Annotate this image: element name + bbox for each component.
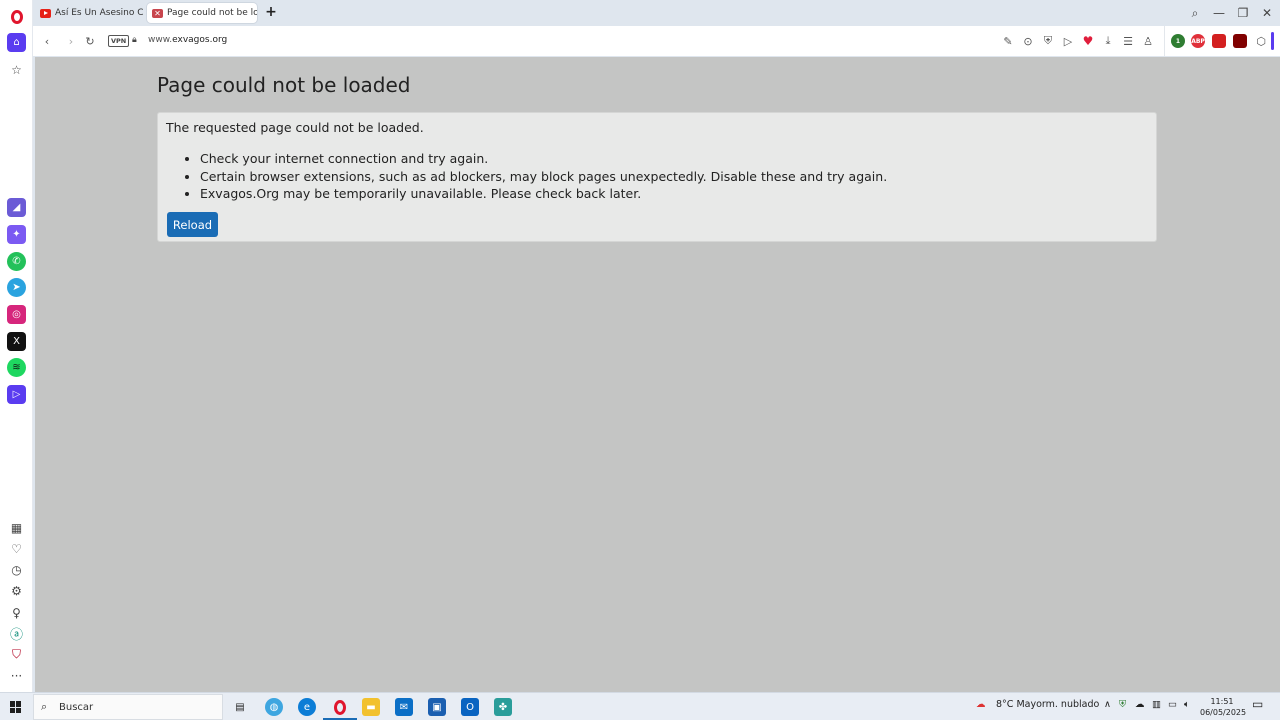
- download-icon[interactable]: ⤓: [1100, 33, 1116, 49]
- tab-label: Así Es Un Asesino Con Un: [55, 8, 143, 18]
- search-placeholder: Buscar: [59, 702, 94, 713]
- opera-sidebar: ⌂ ☆ ◢ ✦ ✆ ➤ ◎ X ≋ ▷ ▦ ♡ ◷ ⚙ ♀ ⓐ ⛉ ···: [0, 0, 33, 692]
- close-button[interactable]: ✕: [1257, 4, 1277, 22]
- list-item: Exvagos.Org may be temporarily unavailab…: [200, 185, 887, 203]
- forward-button[interactable]: ›: [63, 33, 79, 49]
- reload-button[interactable]: Reload: [167, 212, 218, 237]
- vpn-badge[interactable]: VPN: [108, 35, 130, 47]
- security-tray-icon[interactable]: ⛨: [1119, 699, 1126, 710]
- windows-start-icon[interactable]: [10, 701, 22, 713]
- adblock-plus-extension[interactable]: ABP: [1191, 34, 1205, 48]
- weather-text[interactable]: 8°C Mayorm. nublado: [996, 699, 1099, 710]
- mail-icon[interactable]: ✉: [395, 698, 413, 716]
- list-item: Check your internet connection and try a…: [200, 150, 887, 168]
- lock-icon[interactable]: 🔒︎: [132, 35, 137, 45]
- search-icon: ⌕: [41, 700, 48, 713]
- edge-icon[interactable]: e: [298, 698, 316, 716]
- extension-red[interactable]: [1212, 34, 1226, 48]
- speed-dial-icon[interactable]: ▦: [7, 518, 26, 537]
- list-item: Certain browser extensions, such as ad b…: [200, 168, 887, 186]
- address-toolbar: ‹ › ↻ VPN 🔒︎ www.exvagos.org ✎ ⊙ ⛨ ▷ ♥ ⤓…: [33, 26, 1280, 56]
- volume-icon[interactable]: 🔈︎: [1184, 699, 1190, 710]
- error-panel: The requested page could not be loaded. …: [157, 112, 1157, 242]
- history-icon[interactable]: ◷: [7, 560, 26, 579]
- url-prefix: www.: [148, 35, 173, 45]
- instagram-icon[interactable]: ◎: [7, 305, 26, 324]
- whatsapp-icon[interactable]: ✆: [7, 252, 26, 271]
- youtube-icon: [40, 8, 51, 18]
- tips-bulb-icon[interactable]: ♀: [7, 603, 26, 622]
- page-viewport: Page could not be loaded The requested p…: [35, 57, 1280, 692]
- heart-fill-icon[interactable]: ♥: [1080, 33, 1096, 49]
- device-tray-icon[interactable]: ▥: [1152, 699, 1161, 710]
- outlook-icon[interactable]: O: [461, 698, 479, 716]
- tab-youtube-video[interactable]: Así Es Un Asesino Con Un: [35, 3, 143, 23]
- error-icon: ✕: [152, 8, 163, 18]
- address-field[interactable]: www.exvagos.org: [148, 35, 227, 45]
- clock-time: 11:51: [1210, 697, 1234, 706]
- new-tab-button[interactable]: +: [264, 5, 278, 19]
- page-title: Page could not be loaded: [157, 73, 411, 97]
- opera-logo-icon: [10, 9, 23, 24]
- url-domain: exvagos.org: [172, 35, 228, 45]
- opera-menu-button[interactable]: [7, 7, 26, 26]
- ai-assistant-icon[interactable]: ⓐ: [7, 624, 26, 643]
- settings-gear-icon[interactable]: ⚙: [7, 581, 26, 600]
- x-twitter-icon[interactable]: X: [7, 332, 26, 351]
- reload-icon[interactable]: ↻: [82, 33, 98, 49]
- weather-alert-icon[interactable]: ☁: [976, 699, 986, 710]
- error-suggestions: Check your internet connection and try a…: [200, 150, 887, 203]
- player-icon[interactable]: ▷: [7, 385, 26, 404]
- messenger-icon[interactable]: ✦: [7, 225, 26, 244]
- toolbar-separator: [1164, 26, 1165, 56]
- windows-taskbar: ⌕ Buscar ▤ ◍ e ▬ ✉ ▣ O ✤ ☁ 8°C Mayorm. n…: [0, 692, 1280, 720]
- heart-icon[interactable]: ♡: [7, 539, 26, 558]
- notifications-icon[interactable]: ▭: [1252, 697, 1263, 711]
- clock-date: 06/05/2025: [1200, 708, 1247, 717]
- file-explorer-icon[interactable]: ▬: [362, 698, 380, 716]
- back-button[interactable]: ‹: [39, 33, 55, 49]
- opera-taskbar-icon[interactable]: [331, 698, 349, 716]
- browser-globe-icon[interactable]: ◍: [265, 698, 283, 716]
- cloud-tray-icon[interactable]: ☁: [1135, 699, 1145, 710]
- spotify-icon[interactable]: ≋: [7, 358, 26, 377]
- extensions-cube-icon[interactable]: ⬡: [1253, 33, 1269, 49]
- error-message: The requested page could not be loaded.: [166, 120, 424, 135]
- store-icon[interactable]: ▣: [428, 698, 446, 716]
- play-icon[interactable]: ▷: [1060, 33, 1076, 49]
- tab-strip: Así Es Un Asesino Con Un ✕ Page could no…: [33, 0, 1280, 26]
- app-icon[interactable]: ✤: [494, 698, 512, 716]
- camera-icon[interactable]: ⊙: [1020, 33, 1036, 49]
- restore-button[interactable]: ❐: [1233, 4, 1253, 22]
- tab-label: Page could not be loaded: [167, 8, 257, 18]
- edit-icon[interactable]: ✎: [1000, 33, 1016, 49]
- search-tabs-icon[interactable]: ⌕: [1185, 4, 1205, 22]
- ublock-origin-extension[interactable]: [1233, 34, 1247, 48]
- shield-check-icon[interactable]: ⛨: [1040, 33, 1056, 49]
- taskbar-search-input[interactable]: ⌕ Buscar: [33, 694, 223, 720]
- easy-setup-icon[interactable]: ☰: [1120, 33, 1136, 49]
- pinboard-icon[interactable]: ☆: [7, 60, 26, 79]
- extension-badge-1[interactable]: 1: [1171, 34, 1185, 48]
- telegram-icon[interactable]: ➤: [7, 278, 26, 297]
- profile-icon[interactable]: ♙: [1140, 33, 1156, 49]
- aria-icon[interactable]: ◢: [7, 198, 26, 217]
- tray-chevron-up-icon[interactable]: ∧: [1104, 699, 1111, 710]
- system-clock[interactable]: 11:51 06/05/2025: [1200, 696, 1247, 718]
- network-tray-icon[interactable]: ▭: [1168, 699, 1177, 710]
- tab-page-not-loaded[interactable]: ✕ Page could not be loaded: [147, 3, 257, 23]
- minimize-button[interactable]: —: [1209, 4, 1229, 22]
- shield-icon[interactable]: ⛉: [7, 645, 26, 664]
- more-options-icon[interactable]: ···: [7, 666, 26, 685]
- home-icon[interactable]: ⌂: [7, 33, 26, 52]
- sidebar-accent: [1271, 32, 1274, 50]
- task-view-icon[interactable]: ▤: [231, 698, 249, 716]
